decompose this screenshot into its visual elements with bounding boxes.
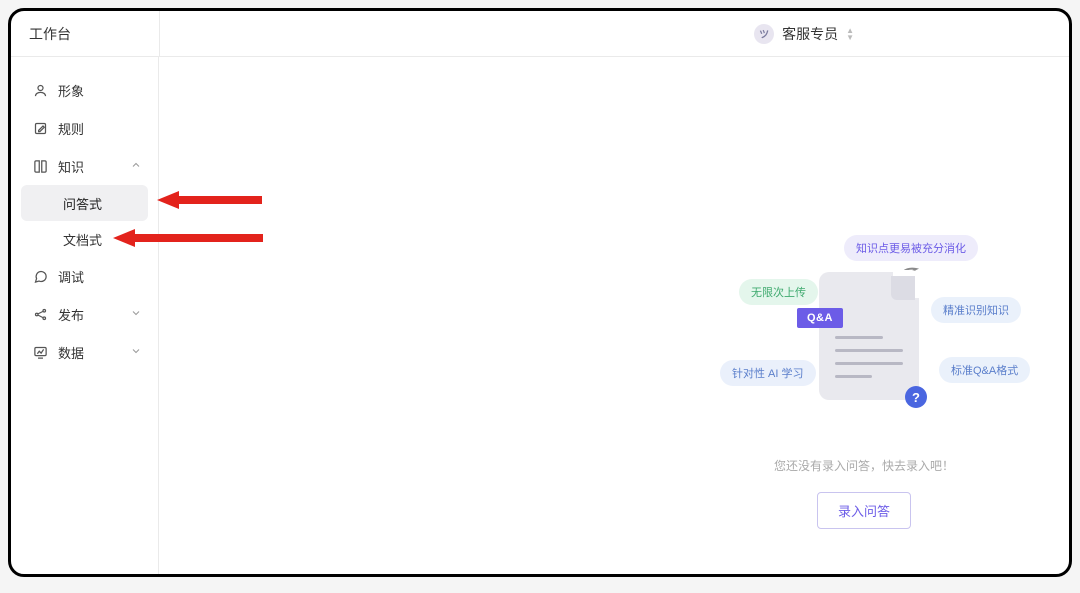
sidebar-item-label: 发布 <box>58 305 120 324</box>
sidebar-item-knowledge[interactable]: 知识 <box>11 147 158 185</box>
empty-state: Q&A ? 无限次上传 知识点更易被充分消化 精准识别知识 针对性 AI 学习 … <box>684 237 1044 529</box>
role-avatar-icon: ツ <box>754 24 774 44</box>
person-icon <box>33 83 48 98</box>
sidebar-subitem-label: 问答式 <box>63 194 102 213</box>
topbar-divider <box>159 11 160 56</box>
sidebar-item-label: 规则 <box>58 119 142 138</box>
feature-pill-precise: 精准识别知识 <box>931 297 1021 323</box>
topbar: 工作台 ツ 客服专员 ▲▼ <box>11 11 1069 57</box>
sidebar-subitem-label: 文档式 <box>63 230 102 249</box>
sidebar-item-debug[interactable]: 调试 <box>11 257 158 295</box>
sidebar: 形象 规则 知识 问答式 <box>11 57 159 574</box>
document-icon: Q&A ? <box>819 272 919 400</box>
chat-icon <box>33 269 48 284</box>
empty-hint-text: 您还没有录入问答，快去录入吧！ <box>774 457 954 474</box>
empty-illustration: Q&A ? 无限次上传 知识点更易被充分消化 精准识别知识 针对性 AI 学习 … <box>684 237 1044 437</box>
body: 形象 规则 知识 问答式 <box>11 57 1069 574</box>
book-icon <box>33 159 48 174</box>
feature-pill-standard-qa: 标准Q&A格式 <box>939 357 1030 383</box>
chevron-down-icon <box>130 307 142 322</box>
sidebar-item-data[interactable]: 数据 <box>11 333 158 371</box>
updown-caret-icon: ▲▼ <box>846 27 854 41</box>
role-label: 客服专员 <box>782 24 838 44</box>
edit-icon <box>33 121 48 136</box>
app-window: 工作台 ツ 客服专员 ▲▼ 形象 规则 <box>8 8 1072 577</box>
feature-pill-digest: 知识点更易被充分消化 <box>844 235 978 261</box>
sidebar-item-publish[interactable]: 发布 <box>11 295 158 333</box>
feature-pill-targeted-ai: 针对性 AI 学习 <box>720 360 816 386</box>
add-qa-button[interactable]: 录入问答 <box>817 492 911 529</box>
annotation-arrow-icon <box>113 229 263 247</box>
qa-tag: Q&A <box>797 308 843 328</box>
feature-pill-unlimited: 无限次上传 <box>739 279 818 305</box>
question-mark-icon: ? <box>905 386 927 408</box>
share-icon <box>33 307 48 322</box>
chevron-up-icon <box>130 159 142 174</box>
chevron-down-icon <box>130 345 142 360</box>
sidebar-item-label: 知识 <box>58 157 120 176</box>
chart-icon <box>33 345 48 360</box>
sidebar-item-label: 数据 <box>58 343 120 362</box>
role-switcher[interactable]: ツ 客服专员 ▲▼ <box>754 24 854 44</box>
sidebar-item-label: 形象 <box>58 81 142 100</box>
sidebar-item-avatar[interactable]: 形象 <box>11 71 158 109</box>
annotation-arrow-icon <box>157 191 262 209</box>
sidebar-item-label: 调试 <box>58 267 142 286</box>
sidebar-item-rules[interactable]: 规则 <box>11 109 158 147</box>
workspace-title: 工作台 <box>11 24 159 44</box>
sidebar-subitem-qa[interactable]: 问答式 <box>21 185 148 221</box>
main-content: Q&A ? 无限次上传 知识点更易被充分消化 精准识别知识 针对性 AI 学习 … <box>159 57 1069 574</box>
